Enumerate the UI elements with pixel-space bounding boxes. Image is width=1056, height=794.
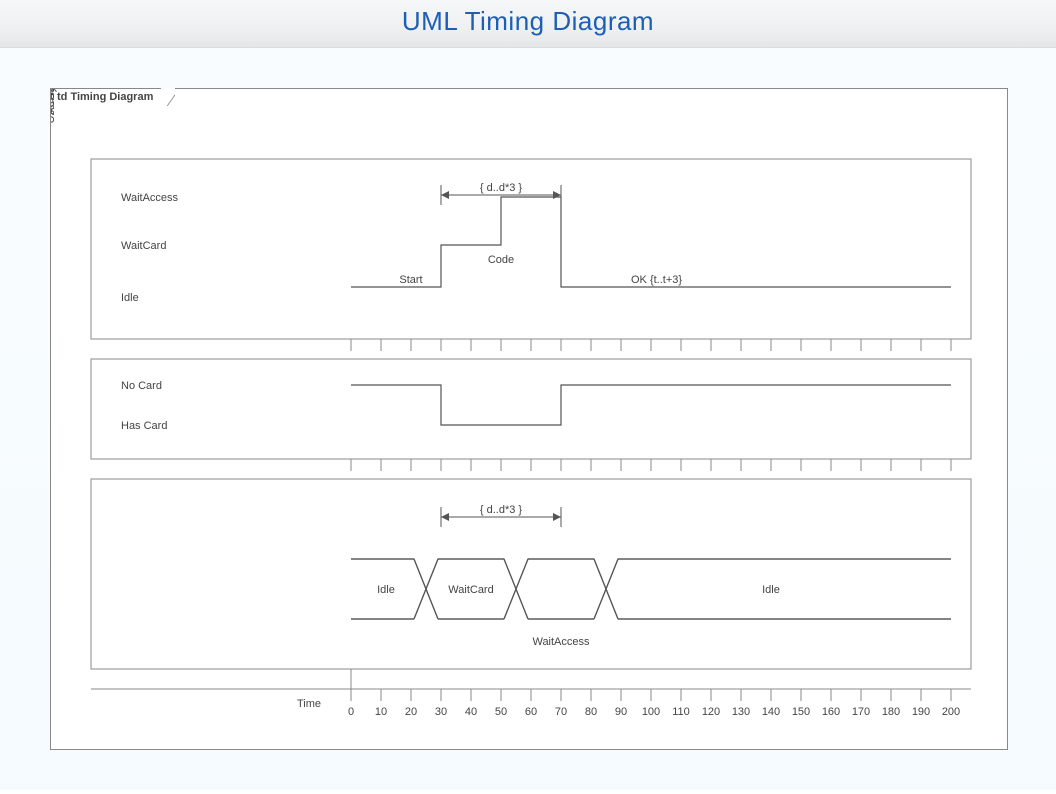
time-tick-label: 30 (435, 706, 447, 718)
interaction-frame: td Timing Diagram User WaitAccess WaitCa… (50, 88, 1008, 750)
lifeline-useraccepted: UserAccepted { d..d*3 } (51, 89, 971, 669)
page-title: UML Timing Diagram (402, 6, 654, 36)
time-tick-label: 110 (672, 706, 690, 718)
time-tick-label: 10 (375, 706, 387, 718)
user-msg-start: Start (399, 274, 422, 286)
time-tick-label: 20 (405, 706, 417, 718)
useraccepted-constraint: { d..d*3 } (441, 504, 561, 527)
user-state-waitaccess: WaitAccess (121, 192, 179, 204)
time-tick-label: 180 (882, 706, 900, 718)
acsystem-waveform (351, 385, 951, 425)
time-tick-label: 120 (702, 706, 720, 718)
time-tick-label: 140 (762, 706, 780, 718)
time-axis: Time 0 10 20 30 40 50 60 70 80 90 100 110 120 130 140 1… (91, 669, 971, 718)
user-state-waitcard: WaitCard (121, 240, 166, 252)
time-tick-label: 190 (912, 706, 930, 718)
tick-row-2 (91, 459, 971, 471)
useraccepted-state-idle1: Idle (377, 584, 395, 596)
timing-diagram-svg: User WaitAccess WaitCard Idle { d..d*3 } (51, 89, 1007, 749)
user-msg-ok: OK {t..t+3} (631, 274, 682, 286)
tick-row-1 (91, 339, 971, 351)
page-header: UML Timing Diagram (0, 0, 1056, 48)
useraccepted-constraint-label: { d..d*3 } (480, 504, 523, 516)
useraccepted-state-waitcard: WaitCard (448, 584, 493, 596)
diagram-canvas: td Timing Diagram User WaitAccess WaitCa… (0, 48, 1056, 790)
user-constraint-label: { d..d*3 } (480, 182, 523, 194)
time-tick-label: 70 (555, 706, 567, 718)
time-tick-label: 80 (585, 706, 597, 718)
acsystem-state-hascard: Has Card (121, 420, 167, 432)
user-msg-code: Code (488, 254, 514, 266)
time-axis-label: Time (297, 698, 321, 710)
acsystem-state-nocard: No Card (121, 380, 162, 392)
lifeline-useraccepted-label: UserAccepted (51, 89, 57, 124)
time-tick-label: 130 (732, 706, 750, 718)
time-tick-label: 0 (348, 706, 354, 718)
user-state-idle: Idle (121, 292, 139, 304)
time-tick-label: 40 (465, 706, 477, 718)
time-tick-label: 90 (615, 706, 627, 718)
time-tick-label: 150 (792, 706, 810, 718)
time-tick-label: 170 (852, 706, 870, 718)
useraccepted-state-waitaccess: WaitAccess (532, 636, 590, 648)
time-tick-label: 160 (822, 706, 840, 718)
time-tick-label: 200 (942, 706, 960, 718)
time-tick-label: 60 (525, 706, 537, 718)
time-tick-label: 50 (495, 706, 507, 718)
lifeline-acsystem: ACSystem No Card Has Card (51, 89, 971, 459)
time-tick-label: 100 (642, 706, 660, 718)
useraccepted-state-idle2: Idle (762, 584, 780, 596)
useraccepted-waveform (351, 559, 951, 619)
lifeline-user: User WaitAccess WaitCard Idle { d..d*3 } (51, 89, 971, 339)
